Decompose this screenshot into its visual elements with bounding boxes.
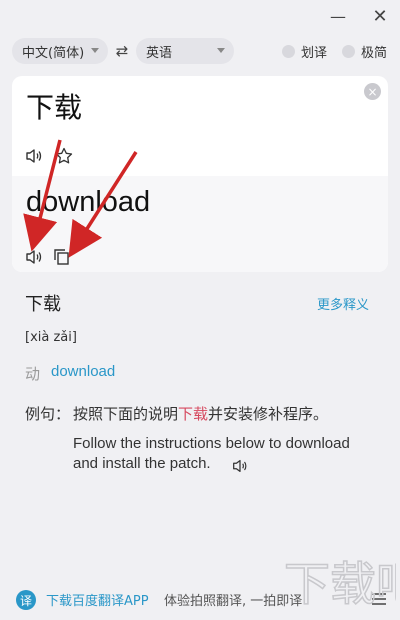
copy-icon[interactable]	[52, 247, 72, 267]
toggle-huayi[interactable]: 划译	[282, 42, 327, 61]
minimize-button[interactable]: —	[324, 4, 352, 28]
translation-result: download	[26, 186, 151, 218]
example-highlight: 下载	[178, 405, 209, 423]
chevron-down-icon	[217, 48, 225, 53]
target-language-select[interactable]: 英语	[136, 38, 234, 64]
star-icon[interactable]	[54, 146, 74, 166]
meaning-link[interactable]: download	[51, 363, 115, 380]
svg-text:下载吧: 下载吧	[284, 557, 396, 611]
source-language-label: 中文(简体)	[22, 45, 85, 61]
phonetic: [xià zǎi]	[25, 330, 77, 345]
example-text: 并安装修补程序。	[208, 405, 329, 423]
language-bar: 中文(简体) ⇄ 英语 划译 极简	[12, 38, 392, 66]
translation-card: 下载 × download	[12, 76, 388, 272]
download-app-link[interactable]: 下载百度翻译APP	[46, 590, 149, 609]
more-definitions-link[interactable]: 更多释义	[317, 294, 369, 313]
part-of-speech: 动	[25, 365, 41, 383]
example-chinese: 按照下面的说明下载并安装修补程序。	[73, 403, 328, 424]
speaker-icon[interactable]	[24, 146, 44, 166]
app-logo-icon: 译	[16, 590, 36, 610]
speaker-icon[interactable]	[231, 457, 249, 475]
title-bar: — ✕	[0, 0, 400, 32]
example-english: Follow the instructions below to downloa…	[73, 435, 350, 472]
close-icon[interactable]: ×	[364, 83, 381, 100]
watermark-logo: 下载吧	[283, 556, 396, 612]
toggle-label: 划译	[301, 46, 328, 61]
swap-icon[interactable]: ⇄	[112, 40, 132, 62]
example-label: 例句：	[25, 405, 71, 423]
close-window-button[interactable]: ✕	[366, 4, 394, 28]
headword: 下载	[25, 294, 61, 315]
toggle-indicator	[282, 45, 295, 58]
target-language-label: 英语	[146, 45, 173, 61]
toggle-jijian[interactable]: 极简	[342, 42, 387, 61]
toggle-indicator	[342, 45, 355, 58]
source-language-select[interactable]: 中文(简体)	[12, 38, 108, 64]
source-text-input[interactable]: 下载	[26, 86, 82, 126]
toggle-label: 极简	[361, 46, 388, 61]
chevron-down-icon	[91, 48, 99, 53]
speaker-icon[interactable]	[24, 247, 44, 267]
example-text: 按照下面的说明	[73, 405, 179, 423]
